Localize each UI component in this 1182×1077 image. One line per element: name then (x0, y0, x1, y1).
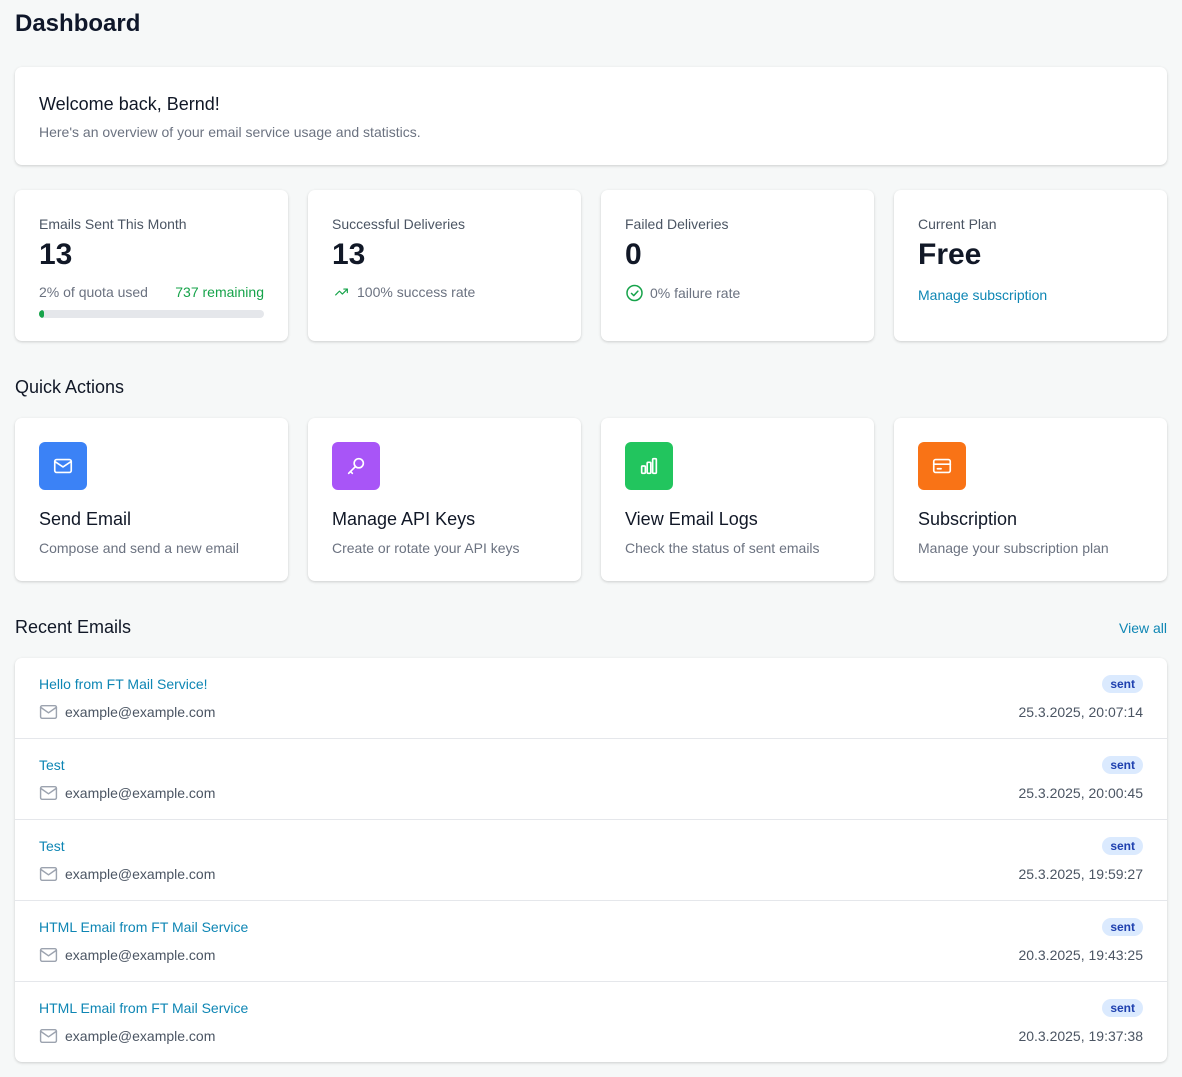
action-title: View Email Logs (625, 509, 758, 529)
email-subject[interactable]: Test (39, 838, 65, 854)
email-subject[interactable]: Test (39, 757, 65, 773)
action-description: Check the status of sent emails (625, 540, 820, 556)
email-row[interactable]: Hello from FT Mail Service! example@exam… (15, 658, 1167, 739)
action-title: Send Email (39, 509, 132, 529)
email-row[interactable]: Test example@example.com sent 25.3.2025,… (15, 820, 1167, 901)
email-timestamp: 25.3.2025, 20:00:45 (1018, 785, 1143, 801)
stat-card-emails-sent: Emails Sent This Month 13 2% of quota us… (15, 190, 288, 341)
failure-rate: 0% failure rate (625, 284, 740, 302)
email-recipient: example@example.com (39, 1028, 215, 1044)
success-rate: 100% success rate (332, 284, 475, 300)
action-title: Manage API Keys (332, 509, 476, 529)
welcome-heading: Welcome back, Bernd! (39, 94, 220, 114)
quota-text: 2% of quota used (39, 284, 148, 300)
email-recipient-text: example@example.com (65, 947, 216, 963)
stat-card-plan: Current Plan Free Manage subscription (894, 190, 1167, 341)
email-recipient-text: example@example.com (65, 1028, 216, 1044)
manage-subscription-link[interactable]: Manage subscription (918, 287, 1047, 303)
status-badge: sent (1102, 756, 1143, 774)
stat-label: Current Plan (918, 216, 997, 232)
status-badge: sent (1102, 675, 1143, 693)
email-recipient-text: example@example.com (65, 785, 216, 801)
stat-label: Emails Sent This Month (39, 216, 187, 232)
stat-value: 13 (332, 238, 366, 271)
key-icon (332, 442, 380, 490)
remaining-text: 737 remaining (175, 284, 264, 300)
recent-emails-title: Recent Emails (15, 617, 132, 637)
stat-card-failed: Failed Deliveries 0 0% failure rate (601, 190, 874, 341)
email-recipient: example@example.com (39, 785, 215, 801)
quick-actions-title: Quick Actions (15, 377, 125, 397)
action-description: Manage your subscription plan (918, 540, 1109, 556)
success-rate-text: 100% success rate (357, 284, 476, 300)
email-subject[interactable]: HTML Email from FT Mail Service (39, 1000, 248, 1016)
mail-icon (39, 442, 87, 490)
status-badge: sent (1102, 999, 1143, 1017)
email-recipient: example@example.com (39, 947, 215, 963)
status-badge: sent (1102, 837, 1143, 855)
status-badge: sent (1102, 918, 1143, 936)
plan-value: Free (918, 238, 982, 271)
email-timestamp: 25.3.2025, 20:07:14 (1018, 704, 1143, 720)
failure-rate-text: 0% failure rate (650, 285, 741, 301)
welcome-card: Welcome back, Bernd! Here's an overview … (15, 67, 1167, 165)
stat-card-successful: Successful Deliveries 13 100% success ra… (308, 190, 581, 341)
quota-progress-bar (39, 310, 264, 318)
stat-value: 13 (39, 238, 73, 271)
quick-action-send-email[interactable]: Send Email Compose and send a new email (15, 418, 288, 581)
email-recipient: example@example.com (39, 866, 215, 882)
action-description: Compose and send a new email (39, 540, 240, 556)
email-subject[interactable]: Hello from FT Mail Service! (39, 676, 208, 692)
stat-label: Successful Deliveries (332, 216, 466, 232)
email-recipient-text: example@example.com (65, 704, 216, 720)
action-title: Subscription (918, 509, 1018, 529)
quota-progress-fill (39, 310, 44, 318)
mail-icon (39, 1028, 58, 1044)
mail-icon (39, 866, 58, 882)
bar-chart-icon (625, 442, 673, 490)
stat-label: Failed Deliveries (625, 216, 729, 232)
trending-up-icon (335, 288, 348, 296)
email-recipient: example@example.com (39, 704, 215, 720)
email-timestamp: 20.3.2025, 19:43:25 (1018, 947, 1143, 963)
email-row[interactable]: HTML Email from FT Mail Service example@… (15, 901, 1167, 982)
mail-icon (39, 704, 58, 720)
quick-action-api-keys[interactable]: Manage API Keys Create or rotate your AP… (308, 418, 581, 581)
email-subject[interactable]: HTML Email from FT Mail Service (39, 919, 248, 935)
action-description: Create or rotate your API keys (332, 540, 520, 556)
quick-action-subscription[interactable]: Subscription Manage your subscription pl… (894, 418, 1167, 581)
email-timestamp: 25.3.2025, 19:59:27 (1018, 866, 1143, 882)
welcome-subtitle: Here's an overview of your email service… (39, 124, 421, 140)
view-all-link[interactable]: View all (1119, 620, 1167, 636)
mail-icon (39, 947, 58, 963)
quick-action-email-logs[interactable]: View Email Logs Check the status of sent… (601, 418, 874, 581)
credit-card-icon (918, 442, 966, 490)
stat-value: 0 (625, 238, 642, 271)
mail-icon (39, 785, 58, 801)
email-timestamp: 20.3.2025, 19:37:38 (1018, 1028, 1143, 1044)
recent-emails-list: Hello from FT Mail Service! example@exam… (15, 658, 1167, 1062)
check-circle-icon (626, 284, 643, 302)
email-row[interactable]: HTML Email from FT Mail Service example@… (15, 982, 1167, 1062)
email-row[interactable]: Test example@example.com sent 25.3.2025,… (15, 739, 1167, 820)
page-title: Dashboard (15, 10, 141, 37)
email-recipient-text: example@example.com (65, 866, 216, 882)
